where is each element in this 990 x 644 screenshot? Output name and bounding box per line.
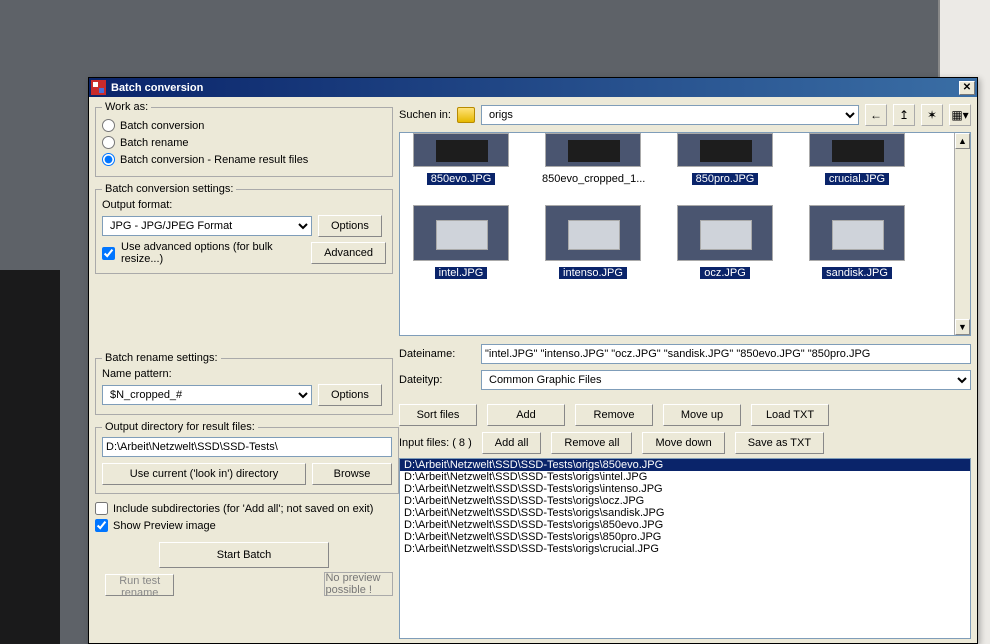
app-icon: [91, 80, 106, 95]
radio-batch-conversion-label: Batch conversion: [120, 120, 204, 132]
load-txt-button[interactable]: Load TXT: [751, 404, 829, 426]
file-thumbnail[interactable]: ocz.JPG: [670, 205, 780, 279]
batch-conversion-window: Batch conversion ✕ Work as: Batch conver…: [88, 77, 978, 644]
look-in-select[interactable]: origs: [481, 105, 859, 125]
thumbnail-image: [545, 205, 641, 261]
output-format-select[interactable]: JPG - JPG/JPEG Format: [102, 216, 312, 236]
file-list-item[interactable]: D:\Arbeit\Netzwelt\SSD\SSD-Tests\origs\8…: [400, 459, 970, 471]
preview-pane: No preview possible !: [324, 572, 393, 596]
save-txt-button[interactable]: Save as TXT: [735, 432, 824, 454]
show-preview-checkbox[interactable]: [95, 519, 108, 532]
filename-input[interactable]: [481, 344, 971, 364]
radio-batch-conversion[interactable]: [102, 119, 115, 132]
output-dir-legend: Output directory for result files:: [102, 421, 258, 433]
scrollbar-vertical[interactable]: ▲ ▼: [954, 133, 970, 335]
thumbnail-image: [809, 205, 905, 261]
file-list-item[interactable]: D:\Arbeit\Netzwelt\SSD\SSD-Tests\origs\8…: [400, 519, 970, 531]
work-as-group: Work as: Batch conversion Batch rename B…: [95, 101, 393, 177]
radio-batch-rename[interactable]: [102, 136, 115, 149]
views-icon[interactable]: ▦▾: [949, 104, 971, 126]
remove-button[interactable]: Remove: [575, 404, 653, 426]
move-down-button[interactable]: Move down: [642, 432, 724, 454]
use-current-dir-button[interactable]: Use current ('look in') directory: [102, 463, 306, 485]
conversion-settings-group: Batch conversion settings: Output format…: [95, 183, 393, 274]
rename-options-button[interactable]: Options: [318, 384, 382, 406]
thumbnail-filename: 850evo.JPG: [427, 173, 496, 185]
file-thumbnail[interactable]: 850evo_cropped_1...: [538, 133, 648, 185]
thumbnail-image: [809, 133, 905, 167]
file-list-item[interactable]: D:\Arbeit\Netzwelt\SSD\SSD-Tests\origs\i…: [400, 471, 970, 483]
use-advanced-label: Use advanced options (for bulk resize...…: [121, 241, 305, 265]
input-files-list[interactable]: D:\Arbeit\Netzwelt\SSD\SSD-Tests\origs\8…: [399, 458, 971, 639]
file-thumbnail[interactable]: sandisk.JPG: [802, 205, 912, 279]
include-subdirs-label: Include subdirectories (for 'Add all'; n…: [113, 503, 373, 515]
radio-batch-conversion-rename-label: Batch conversion - Rename result files: [120, 154, 308, 166]
format-options-button[interactable]: Options: [318, 215, 382, 237]
sort-files-button[interactable]: Sort files: [399, 404, 477, 426]
thumbnail-filename: intenso.JPG: [559, 267, 627, 279]
file-list-item[interactable]: D:\Arbeit\Netzwelt\SSD\SSD-Tests\origs\i…: [400, 483, 970, 495]
output-format-label: Output format:: [102, 199, 386, 211]
thumbnail-image: [677, 133, 773, 167]
file-list-item[interactable]: D:\Arbeit\Netzwelt\SSD\SSD-Tests\origs\8…: [400, 531, 970, 543]
new-folder-icon[interactable]: ✶: [921, 104, 943, 126]
add-all-button[interactable]: Add all: [482, 432, 542, 454]
conversion-settings-legend: Batch conversion settings:: [102, 183, 236, 195]
start-batch-button[interactable]: Start Batch: [159, 542, 329, 568]
file-list-item[interactable]: D:\Arbeit\Netzwelt\SSD\SSD-Tests\origs\o…: [400, 495, 970, 507]
move-up-button[interactable]: Move up: [663, 404, 741, 426]
rename-settings-legend: Batch rename settings:: [102, 352, 221, 364]
thumbnail-filename: 850evo_cropped_1...: [538, 173, 649, 185]
output-dir-group: Output directory for result files: Use c…: [95, 421, 399, 494]
radio-batch-conversion-rename[interactable]: [102, 153, 115, 166]
thumbnail-filename: ocz.JPG: [700, 267, 750, 279]
file-list-item[interactable]: D:\Arbeit\Netzwelt\SSD\SSD-Tests\origs\s…: [400, 507, 970, 519]
add-button[interactable]: Add: [487, 404, 565, 426]
output-dir-input[interactable]: [102, 437, 392, 457]
up-icon[interactable]: ↥: [893, 104, 915, 126]
file-thumbnail[interactable]: 850pro.JPG: [670, 133, 780, 185]
filename-label: Dateiname:: [399, 348, 469, 360]
rename-settings-group: Batch rename settings: Name pattern: $N_…: [95, 352, 393, 415]
back-icon[interactable]: ←: [865, 104, 887, 126]
preview-message: No preview possible !: [325, 572, 392, 596]
close-button[interactable]: ✕: [959, 81, 975, 95]
run-test-rename-button[interactable]: Run test rename: [105, 574, 174, 596]
thumbnail-filename: intel.JPG: [435, 267, 488, 279]
thumbnail-image: [413, 133, 509, 167]
filetype-label: Dateityp:: [399, 374, 469, 386]
file-browser[interactable]: 850evo.JPG 850evo_cropped_1... 850pro.JPG c…: [399, 132, 971, 336]
input-files-label: Input files: ( 8 ): [399, 437, 472, 449]
name-pattern-select[interactable]: $N_cropped_#: [102, 385, 312, 405]
work-as-legend: Work as:: [102, 101, 151, 113]
look-in-label: Suchen in:: [399, 109, 451, 121]
file-list-item[interactable]: D:\Arbeit\Netzwelt\SSD\SSD-Tests\origs\c…: [400, 543, 970, 555]
include-subdirs-checkbox[interactable]: [95, 502, 108, 515]
thumbnail-image: [545, 133, 641, 167]
file-thumbnail[interactable]: intenso.JPG: [538, 205, 648, 279]
folder-icon: [457, 107, 475, 123]
scroll-down-icon[interactable]: ▼: [955, 319, 970, 335]
use-advanced-checkbox[interactable]: [102, 247, 115, 260]
show-preview-label: Show Preview image: [113, 520, 216, 532]
window-title: Batch conversion: [111, 82, 203, 94]
browse-button[interactable]: Browse: [312, 463, 392, 485]
thumbnail-filename: sandisk.JPG: [822, 267, 892, 279]
thumbnail-filename: crucial.JPG: [825, 173, 889, 185]
file-thumbnail[interactable]: intel.JPG: [406, 205, 516, 279]
thumbnail-image: [413, 205, 509, 261]
thumbnail-image: [677, 205, 773, 261]
thumbnail-filename: 850pro.JPG: [692, 173, 759, 185]
name-pattern-label: Name pattern:: [102, 368, 386, 380]
file-thumbnail[interactable]: 850evo.JPG: [406, 133, 516, 185]
titlebar[interactable]: Batch conversion ✕: [89, 78, 977, 97]
file-thumbnail[interactable]: crucial.JPG: [802, 133, 912, 185]
scroll-up-icon[interactable]: ▲: [955, 133, 970, 149]
advanced-button[interactable]: Advanced: [311, 242, 386, 264]
filetype-select[interactable]: Common Graphic Files: [481, 370, 971, 390]
radio-batch-rename-label: Batch rename: [120, 137, 188, 149]
remove-all-button[interactable]: Remove all: [551, 432, 632, 454]
